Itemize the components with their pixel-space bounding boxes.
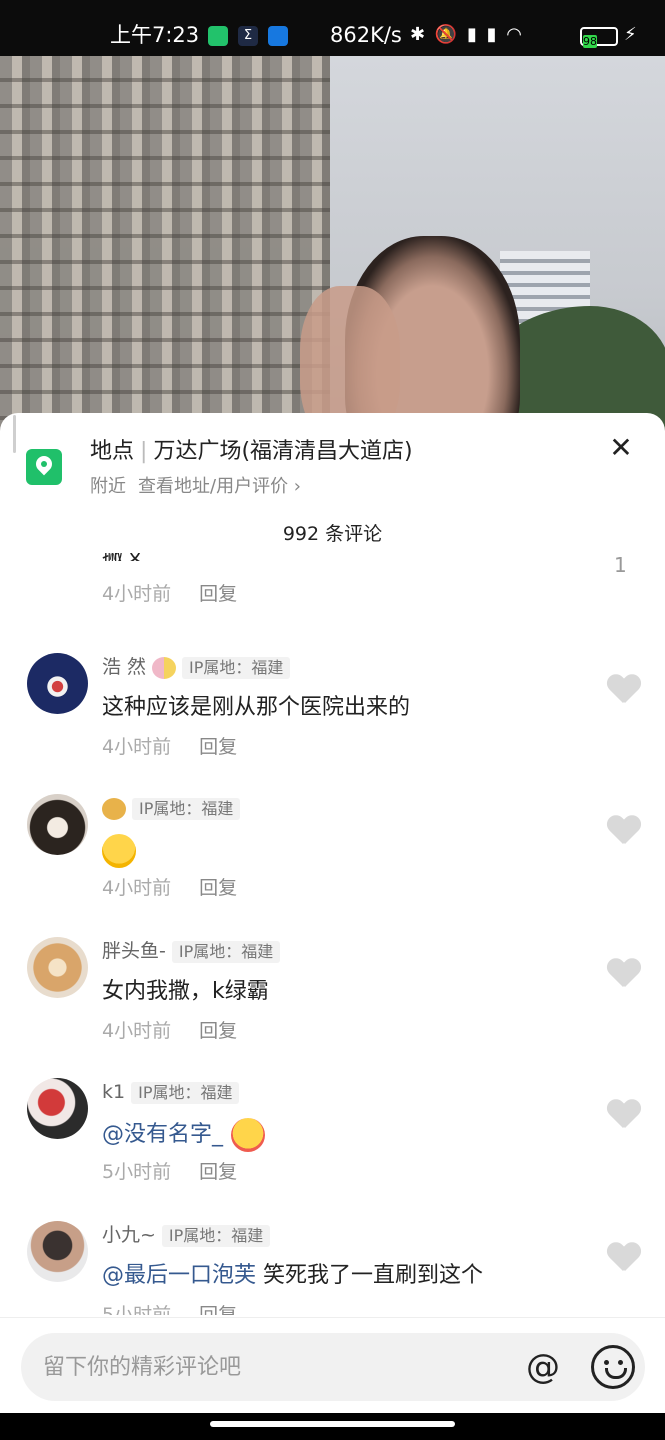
ip-location-badge: IP属地：福建 — [171, 940, 281, 963]
reply-button[interactable]: 回复 — [199, 877, 237, 899]
money-bag-emoji-icon — [102, 797, 126, 820]
avatar[interactable] — [27, 653, 88, 714]
charging-icon: ⚡ — [624, 24, 637, 45]
comment-text: 撇文 — [102, 553, 146, 561]
comments-sheet: 地点 | 万达广场(福清清昌大道店) 附近 查看地址/用户评价 › ✕ 992 条评论… — [0, 413, 665, 1413]
status-time: 上午7:23 — [110, 23, 200, 47]
location-divider: | — [140, 439, 148, 464]
location-name: 万达广场(福清清昌大道店) — [153, 439, 413, 464]
avatar[interactable] — [27, 1221, 88, 1282]
avatar[interactable] — [27, 794, 88, 855]
comment-time: 5小时前 — [102, 1304, 172, 1315]
comment-header: 浩 然 IP属地：福建 — [102, 655, 291, 679]
network-speed: 862K/s — [330, 23, 402, 47]
comment-text — [102, 834, 136, 868]
comment-username[interactable]: 胖头鱼- — [102, 940, 166, 962]
comment-count: 992 条评论 — [282, 523, 383, 545]
comment-header: 小九~ IP属地：福建 — [102, 1223, 271, 1247]
comment-text: 女内我撒，k绿霸 — [102, 977, 269, 1007]
heart-icon[interactable] — [607, 816, 641, 846]
ip-location-badge: IP属地：福建 — [131, 1081, 240, 1104]
heart-eyes-emoji-icon — [231, 1118, 266, 1152]
heart-icon[interactable] — [607, 1100, 641, 1130]
mention-link[interactable]: @最后一口泡芙 — [102, 1263, 256, 1288]
video-player[interactable] — [0, 56, 665, 456]
location-header[interactable]: 地点 | 万达广场(福清清昌大道店) 附近 查看地址/用户评价 › ✕ — [0, 413, 665, 513]
ip-location-badge: IP属地：福建 — [182, 656, 291, 679]
sigma-icon: Σ — [238, 26, 258, 46]
laughing-crying-emoji-icon — [102, 834, 136, 868]
video-building — [0, 56, 330, 456]
comment-time: 4小时前 — [102, 877, 172, 899]
comment-header: IP属地：福建 — [102, 796, 241, 820]
comment-time: 4小时前 — [102, 736, 172, 758]
comment-body: 这种应该是刚从那个医院出来的 — [102, 695, 411, 720]
ip-location-badge: IP属地：福建 — [132, 797, 241, 820]
app-notification-icon — [268, 26, 288, 46]
comment-body: 女内我撒，k绿霸 — [102, 979, 269, 1004]
location-pin-icon — [26, 449, 62, 485]
comment-header: 胖头鱼- IP属地：福建 — [102, 939, 281, 963]
comment-time: 4小时前 — [102, 583, 172, 605]
like-count: 1 — [614, 553, 627, 577]
avatar[interactable] — [27, 1078, 88, 1139]
comment-meta: 4小时前 回复 — [102, 582, 237, 606]
comment-input-bar: @ — [0, 1317, 665, 1413]
heart-icon[interactable] — [607, 675, 641, 705]
heart-icon[interactable] — [607, 959, 641, 989]
battery-icon: 98 — [580, 27, 618, 48]
avatar[interactable] — [27, 937, 88, 998]
reply-button[interactable]: 回复 — [199, 736, 237, 758]
scroll-indicator — [13, 415, 16, 453]
comment-item: 浩 然 IP属地：福建 这种应该是刚从那个医院出来的 4小时前 回复 — [0, 653, 665, 795]
comment-time: 4小时前 — [102, 1020, 172, 1042]
location-subtitle: 附近 查看地址/用户评价 › — [90, 475, 301, 499]
mention-link[interactable]: @没有名字_ — [102, 1122, 223, 1147]
comment-item-partial: 撇文 1 4小时前 回复 — [0, 553, 665, 613]
comment-meta: 5小时前 回复 — [102, 1303, 237, 1315]
ip-location-badge: IP属地：福建 — [161, 1224, 271, 1247]
comment-header: k1 IP属地：福建 — [102, 1080, 240, 1104]
mention-button[interactable]: @ — [521, 1345, 565, 1389]
comment-meta: 4小时前 回复 — [102, 1019, 237, 1043]
comment-username[interactable]: k1 — [102, 1081, 125, 1103]
comment-text: @没有名字_ — [102, 1118, 266, 1152]
comment-body: 笑死我了一直刷到这个 — [256, 1263, 484, 1288]
location-view-link[interactable]: 查看地址/用户评价 › — [138, 476, 301, 497]
status-bar: 上午7:23 Σ 862K/s ✱ 🔕 ▮ ▮ ◠ 98 ⚡ — [0, 0, 665, 56]
comment-text: @最后一口泡芙 笑死我了一直刷到这个 — [102, 1261, 483, 1291]
location-label: 地点 — [90, 439, 135, 464]
home-indicator[interactable] — [210, 1421, 455, 1427]
comment-input[interactable] — [43, 1347, 503, 1387]
comment-item: k1 IP属地：福建 @没有名字_ 5小时前 回复 — [0, 1078, 665, 1220]
couple-emoji-icon — [152, 656, 177, 679]
heart-icon[interactable] — [607, 1243, 641, 1273]
comment-username[interactable]: 浩 然 — [102, 656, 146, 678]
shield-icon — [208, 26, 228, 46]
comment-item: 小九~ IP属地：福建 @最后一口泡芙 笑死我了一直刷到这个 5小时前 回复 — [0, 1221, 665, 1315]
reply-button[interactable]: 回复 — [199, 1304, 237, 1315]
location-title: 地点 | 万达广场(福清清昌大道店) — [90, 438, 413, 466]
comment-text: 这种应该是刚从那个医院出来的 — [102, 693, 410, 723]
battery-level: 98 — [583, 35, 597, 48]
comment-meta: 4小时前 回复 — [102, 876, 237, 900]
comment-list[interactable]: 撇文 1 4小时前回复 浩 然IP属地：福建 这种应该是刚从那个医院出来的 4小… — [0, 553, 665, 1315]
comment-username[interactable]: 小九~ — [102, 1224, 156, 1246]
emoji-icon[interactable] — [591, 1345, 635, 1389]
signal-icons: ✱ 🔕 ▮ ▮ ◠ — [410, 24, 524, 45]
reply-button[interactable]: 回复 — [199, 583, 237, 605]
reply-button[interactable]: 回复 — [199, 1161, 237, 1183]
close-icon[interactable]: ✕ — [606, 433, 636, 463]
comment-meta: 5小时前 回复 — [102, 1160, 237, 1184]
comment-time: 5小时前 — [102, 1161, 172, 1183]
navigation-area — [0, 1413, 665, 1440]
comment-input-box[interactable]: @ — [21, 1333, 645, 1401]
comment-item: IP属地：福建 4小时前 回复 — [0, 794, 665, 936]
comment-meta: 4小时前 回复 — [102, 735, 237, 759]
comment-item: 胖头鱼- IP属地：福建 女内我撒，k绿霸 4小时前 回复 — [0, 937, 665, 1079]
location-nearby: 附近 — [90, 476, 126, 497]
reply-button[interactable]: 回复 — [199, 1020, 237, 1042]
